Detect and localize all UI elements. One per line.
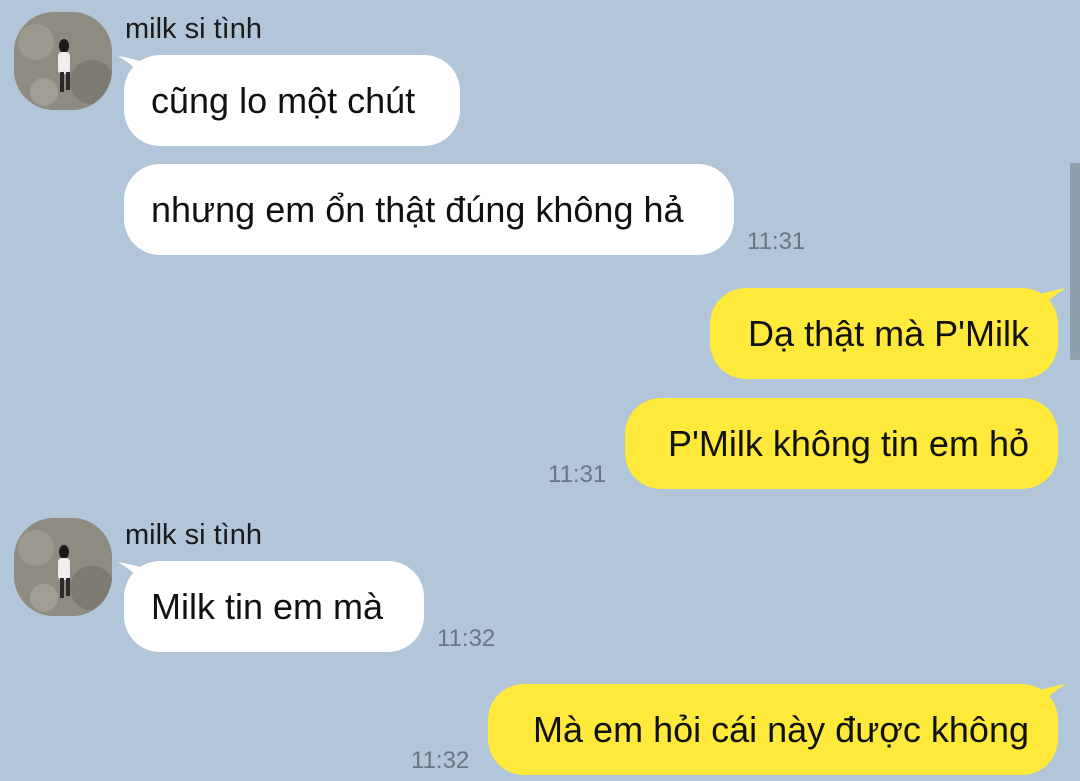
message-timestamp: 11:31 — [548, 461, 607, 488]
message-bubble-outgoing[interactable]: Mà em hỏi cái này được không — [488, 684, 1058, 775]
avatar-photo-icon — [14, 12, 112, 110]
scrollbar-thumb[interactable] — [1070, 163, 1080, 360]
avatar-photo-icon — [14, 518, 112, 616]
message-bubble-outgoing[interactable]: P'Milk không tin em hỏ — [625, 398, 1058, 489]
contact-avatar[interactable] — [14, 12, 112, 110]
sender-name: milk si tình — [125, 13, 262, 45]
message-bubble-incoming[interactable]: cũng lo một chút — [124, 55, 460, 146]
message-bubble-outgoing[interactable]: Dạ thật mà P'Milk — [710, 288, 1058, 379]
sender-name: milk si tình — [125, 519, 262, 551]
message-timestamp: 11:32 — [437, 625, 496, 652]
chat-area[interactable]: milk si tình cũng lo một chút nhưng em ổ… — [0, 0, 1080, 781]
message-bubble-incoming[interactable]: Milk tin em mà — [124, 561, 424, 652]
message-bubble-incoming[interactable]: nhưng em ổn thật đúng không hả — [124, 164, 734, 255]
message-timestamp: 11:31 — [747, 228, 806, 255]
message-timestamp: 11:32 — [411, 747, 470, 774]
contact-avatar[interactable] — [14, 518, 112, 616]
